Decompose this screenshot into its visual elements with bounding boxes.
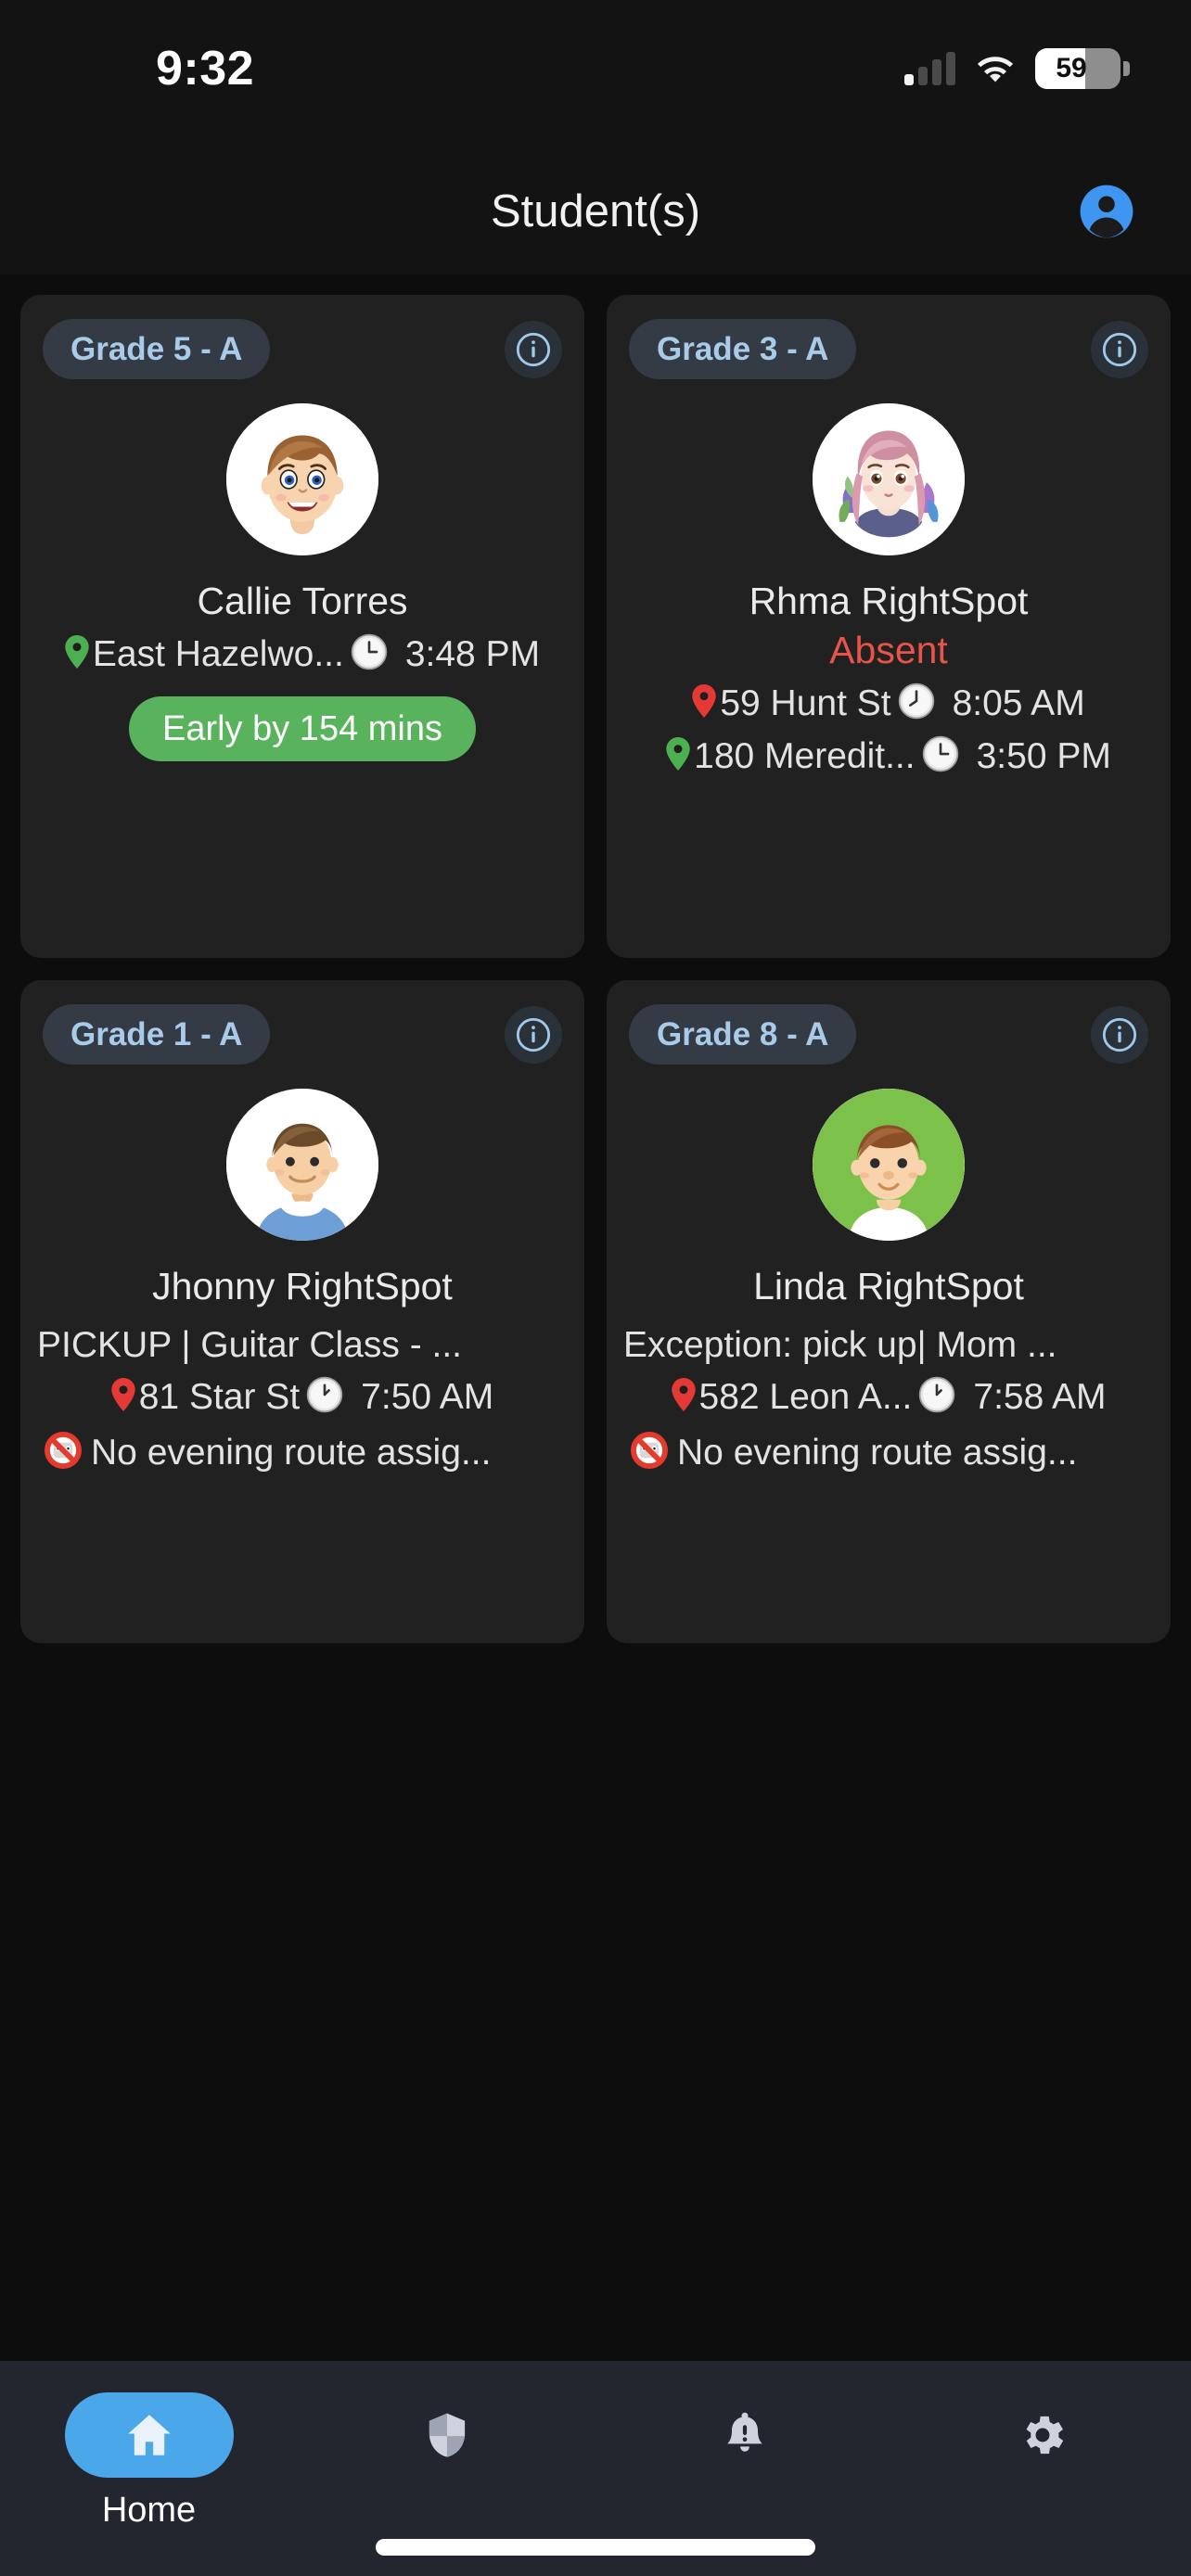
student-card[interactable]: Grade 3 - A Rhma RightSpot Absent 59 Hun… [607, 295, 1171, 958]
battery-percent: 59 [1056, 53, 1087, 83]
route-row: 59 Hunt St 8:05 AM [623, 682, 1154, 725]
route-location: East Hazelwo... [92, 633, 344, 674]
student-name: Linda RightSpot [753, 1265, 1024, 1307]
app-header: Student(s) [0, 148, 1191, 274]
student-girl-pinkhair-avatar [813, 403, 965, 555]
clock-1-oclock-icon [305, 1375, 344, 1419]
grade-badge: Grade 5 - A [43, 319, 271, 379]
grade-badge: Grade 8 - A [629, 1004, 857, 1065]
gear-icon[interactable] [1017, 2392, 1069, 2478]
clock-1-oclock-icon [917, 1375, 956, 1419]
bell-alert-icon[interactable] [719, 2392, 771, 2478]
info-circle-icon[interactable] [1091, 320, 1148, 378]
clock-8-oclock-icon [897, 682, 936, 725]
info-circle-icon[interactable] [505, 1005, 562, 1064]
location-pin-red-icon [692, 684, 717, 722]
battery-icon: 59 [1035, 48, 1130, 89]
account-circle-icon[interactable] [1078, 183, 1135, 240]
location-pin-red-icon [671, 1378, 696, 1416]
avatar [37, 403, 568, 555]
shield-icon[interactable] [421, 2392, 473, 2478]
student-boy-blueshirt-avatar [226, 1089, 378, 1241]
exception-text: PICKUP | Guitar Class - ... [37, 1325, 463, 1365]
route-row: 582 Leon A... 7:58 AM [623, 1375, 1154, 1419]
grade-badge: Grade 3 - A [629, 319, 857, 379]
avatar [623, 403, 1154, 555]
nav-item-home[interactable]: Home [0, 2392, 298, 2531]
card-header: Grade 1 - A [37, 1004, 568, 1065]
home-indicator[interactable] [376, 2539, 815, 2556]
student-name: Callie Torres [197, 580, 408, 622]
nav-item-safety[interactable] [298, 2392, 596, 2491]
status-bar-time: 9:32 [156, 42, 255, 96]
student-card[interactable]: Grade 1 - A Jhonny RightSpot PICKUP | Gu… [20, 980, 584, 1643]
no-route-note: No evening route assig... [37, 1430, 568, 1475]
route-location: 582 Leon A... [698, 1376, 913, 1417]
avatar [623, 1089, 1154, 1241]
nav-item-label: Home [101, 2491, 197, 2530]
student-card[interactable]: Grade 8 - A Linda RightSpot Exception: p… [607, 980, 1171, 1643]
route-time: 3:48 PM [404, 633, 541, 674]
home-icon[interactable] [64, 2392, 234, 2478]
wifi-icon [976, 54, 1015, 83]
exception-text: Exception: pick up| Mom ... [623, 1325, 1057, 1365]
no-bus-prohibited-icon [43, 1430, 83, 1475]
status-bar: 9:32 59 [0, 0, 1191, 148]
clock-3-oclock-icon [921, 734, 960, 778]
avatar [37, 1089, 568, 1241]
no-route-text: No evening route assig... [91, 1432, 492, 1473]
route-location: 180 Meredit... [694, 735, 916, 776]
page-title: Student(s) [490, 186, 701, 236]
nav-item-alerts[interactable] [596, 2392, 893, 2491]
status-bar-indicators: 59 [904, 48, 1130, 89]
info-circle-icon[interactable] [1091, 1005, 1148, 1064]
clock-3-oclock-icon [350, 632, 389, 676]
student-card[interactable]: Grade 5 - A Callie Torres East Hazelwo..… [20, 295, 584, 958]
phone-screen: 9:32 59 Student(s) Grade 5 - A Callie To… [0, 0, 1191, 2576]
location-pin-green-icon [65, 635, 89, 673]
students-list: Grade 5 - A Callie Torres East Hazelwo..… [0, 274, 1191, 2361]
route-time: 7:50 AM [361, 1376, 494, 1417]
route-row: 180 Meredit... 3:50 PM [623, 734, 1154, 778]
route-row: 81 Star St 7:50 AM [37, 1375, 568, 1419]
card-header: Grade 3 - A [623, 319, 1154, 379]
location-pin-red-icon [111, 1378, 135, 1416]
student-name: Rhma RightSpot [749, 580, 1029, 622]
route-row: East Hazelwo... 3:48 PM [37, 632, 568, 676]
card-header: Grade 5 - A [37, 319, 568, 379]
nav-item-settings[interactable] [893, 2392, 1191, 2491]
location-pin-green-icon [666, 737, 690, 775]
route-time: 7:58 AM [973, 1376, 1107, 1417]
student-boy-brownhair-avatar [226, 403, 378, 555]
no-bus-prohibited-icon [629, 1430, 670, 1475]
status-badge: Early by 154 mins [128, 696, 476, 761]
status-badge: Absent [829, 629, 948, 671]
route-location: 81 Star St [138, 1376, 301, 1417]
no-route-text: No evening route assig... [677, 1432, 1078, 1473]
route-time: 3:50 PM [976, 735, 1111, 776]
grade-badge: Grade 1 - A [43, 1004, 271, 1065]
route-time: 8:05 AM [952, 682, 1085, 723]
card-header: Grade 8 - A [623, 1004, 1154, 1065]
student-boy-greenbg-avatar [813, 1089, 965, 1241]
student-name: Jhonny RightSpot [152, 1265, 453, 1307]
cellular-bars-icon [904, 52, 955, 85]
route-location: 59 Hunt St [720, 682, 891, 723]
no-route-note: No evening route assig... [623, 1430, 1154, 1475]
info-circle-icon[interactable] [505, 320, 562, 378]
